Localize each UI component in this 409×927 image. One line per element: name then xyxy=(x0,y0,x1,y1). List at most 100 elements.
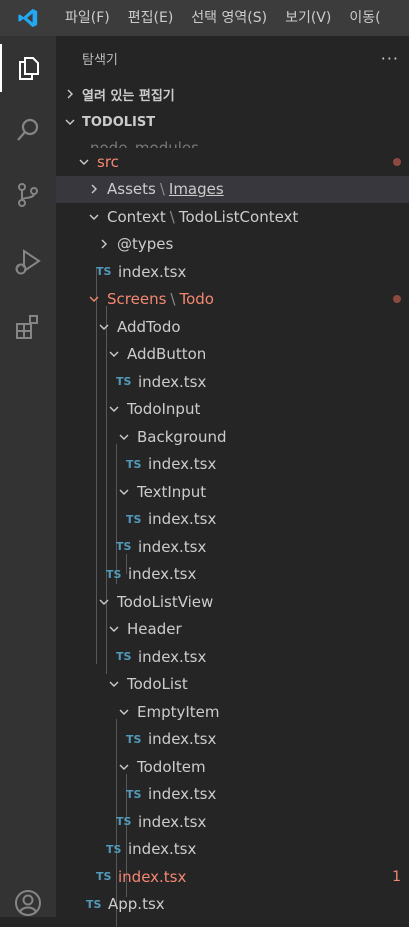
menu-file[interactable]: 파일(F) xyxy=(56,0,119,36)
tree-row-todolist[interactable]: TodoList xyxy=(56,671,409,699)
folder-label: src xyxy=(97,152,119,171)
tree-row-addbutton[interactable]: AddButton xyxy=(56,341,409,369)
tree-row-screens[interactable]: Screens \ Todo xyxy=(56,286,409,314)
menu-edit[interactable]: 편집(E) xyxy=(119,0,183,36)
account-icon[interactable] xyxy=(0,879,56,927)
file-label: index.tsx xyxy=(138,537,207,556)
chevron-down-icon xyxy=(86,291,102,307)
menu-go[interactable]: 이동( xyxy=(340,0,389,36)
typescript-file-icon: TS xyxy=(126,787,142,801)
chevron-down-icon xyxy=(106,676,122,692)
title-bar: 파일(F) 편집(E) 선택 영역(S) 보기(V) 이동( xyxy=(0,0,409,36)
tree-row-node-modules[interactable]: node_modules xyxy=(56,136,409,148)
tree-row-file[interactable]: TS index.tsx xyxy=(56,808,409,836)
folder-label: Assets xyxy=(107,180,156,199)
open-editors-label: 열려 있는 편집기 xyxy=(82,88,175,104)
chevron-down-icon xyxy=(116,704,132,720)
menu-bar: 파일(F) 편집(E) 선택 영역(S) 보기(V) 이동( xyxy=(56,0,390,36)
open-editors-section[interactable]: 열려 있는 편집기 xyxy=(56,80,409,108)
folder-label: Todo xyxy=(179,290,214,309)
folder-label: Images xyxy=(168,180,224,199)
tree-row-src[interactable]: src xyxy=(56,148,409,176)
typescript-file-icon: TS xyxy=(126,512,142,526)
path-separator: \ xyxy=(169,207,175,226)
tree-row-file[interactable]: TS index.tsx xyxy=(56,561,409,589)
chevron-down-icon xyxy=(116,429,132,445)
path-separator: \ xyxy=(159,180,165,199)
file-label: index.tsx xyxy=(128,565,197,584)
tree-row-assets[interactable]: Assets \ Images xyxy=(56,175,409,203)
explorer-icon[interactable] xyxy=(0,44,56,92)
chevron-down-icon xyxy=(116,484,132,500)
tree-row-emptyitem[interactable]: EmptyItem xyxy=(56,698,409,726)
activity-bar xyxy=(0,36,56,917)
tree-row-textinput[interactable]: TextInput xyxy=(56,478,409,506)
chevron-down-icon xyxy=(116,759,132,775)
folder-label: Background xyxy=(137,427,227,446)
file-label: index.tsx xyxy=(148,455,217,474)
tree-row-file[interactable]: TS index.tsx xyxy=(56,781,409,809)
vscode-logo-icon xyxy=(0,0,56,36)
folder-label: Context xyxy=(107,207,166,226)
typescript-file-icon: TS xyxy=(116,815,132,829)
tree-row-file[interactable]: TS index.tsx xyxy=(56,643,409,671)
chevron-down-icon xyxy=(86,209,102,225)
error-count-badge: 1 xyxy=(392,868,401,885)
run-debug-icon[interactable] xyxy=(0,238,56,286)
more-actions-button[interactable]: ··· xyxy=(381,49,399,68)
file-label: App.tsx xyxy=(108,895,165,914)
chevron-down-icon xyxy=(96,319,112,335)
tree-row-todoitem[interactable]: TodoItem xyxy=(56,753,409,781)
folder-label: Header xyxy=(127,620,182,639)
typescript-file-icon: TS xyxy=(96,870,112,884)
chevron-down-icon xyxy=(76,154,92,170)
tree-row-app[interactable]: TS App.tsx xyxy=(56,891,409,919)
menu-selection[interactable]: 선택 영역(S) xyxy=(182,0,276,36)
file-label: index.tsx xyxy=(128,840,197,859)
chevron-down-icon xyxy=(106,621,122,637)
sidebar-title: 탐색기 xyxy=(82,52,118,68)
tree-row-file[interactable]: TS index.tsx xyxy=(56,451,409,479)
file-label: index.tsx xyxy=(118,262,187,281)
chevron-down-icon xyxy=(96,594,112,610)
tree-row-file[interactable]: TS index.tsx xyxy=(56,258,409,286)
tree-row-context[interactable]: Context \ TodoListContext xyxy=(56,203,409,231)
file-label: index.tsx xyxy=(138,647,207,666)
chevron-down-icon xyxy=(106,346,122,362)
chevron-right-icon xyxy=(96,236,112,252)
file-label: index.tsx xyxy=(148,785,217,804)
modified-dot-icon xyxy=(393,295,401,304)
chevron-down-icon xyxy=(106,401,122,417)
typescript-file-icon: TS xyxy=(126,732,142,746)
tree-row-addtodo[interactable]: AddTodo xyxy=(56,313,409,341)
folder-label: AddTodo xyxy=(117,317,181,336)
tree-row-todolistview[interactable]: TodoListView xyxy=(56,588,409,616)
menu-view[interactable]: 보기(V) xyxy=(276,0,340,36)
tree-row-file[interactable]: TS index.tsx xyxy=(56,533,409,561)
tree-row-header[interactable]: Header xyxy=(56,616,409,644)
typescript-file-icon: TS xyxy=(96,265,112,279)
extensions-icon[interactable] xyxy=(0,303,56,351)
sidebar-header: 탐색기 ··· xyxy=(56,36,409,80)
tree-row-todoinput[interactable]: TodoInput xyxy=(56,396,409,424)
file-label: index.tsx xyxy=(148,510,217,529)
folder-label: @types xyxy=(117,235,174,254)
folder-label: TodoInput xyxy=(127,400,201,419)
file-label: index.tsx xyxy=(118,867,187,886)
typescript-file-icon: TS xyxy=(116,375,132,389)
tree-row-background[interactable]: Background xyxy=(56,423,409,451)
folder-label: Screens xyxy=(107,290,167,309)
search-icon[interactable] xyxy=(0,106,56,154)
tree-row-file[interactable]: TS index.tsx xyxy=(56,368,409,396)
tree-row-types[interactable]: @types xyxy=(56,231,409,259)
source-control-icon[interactable] xyxy=(0,171,56,219)
project-section[interactable]: TODOLIST xyxy=(56,108,409,136)
typescript-file-icon: TS xyxy=(126,457,142,471)
modified-dot-icon xyxy=(393,157,401,166)
tree-row-file[interactable]: TS index.tsx xyxy=(56,836,409,864)
tree-row-file[interactable]: TS index.tsx xyxy=(56,506,409,534)
tree-row-file-error[interactable]: TS index.tsx 1 xyxy=(56,863,409,891)
tree-row-file[interactable]: TS index.tsx xyxy=(56,726,409,754)
explorer-sidebar: 탐색기 ··· 열려 있는 편집기 TODOLIST node_modules … xyxy=(56,36,409,927)
folder-label: TextInput xyxy=(137,482,207,501)
